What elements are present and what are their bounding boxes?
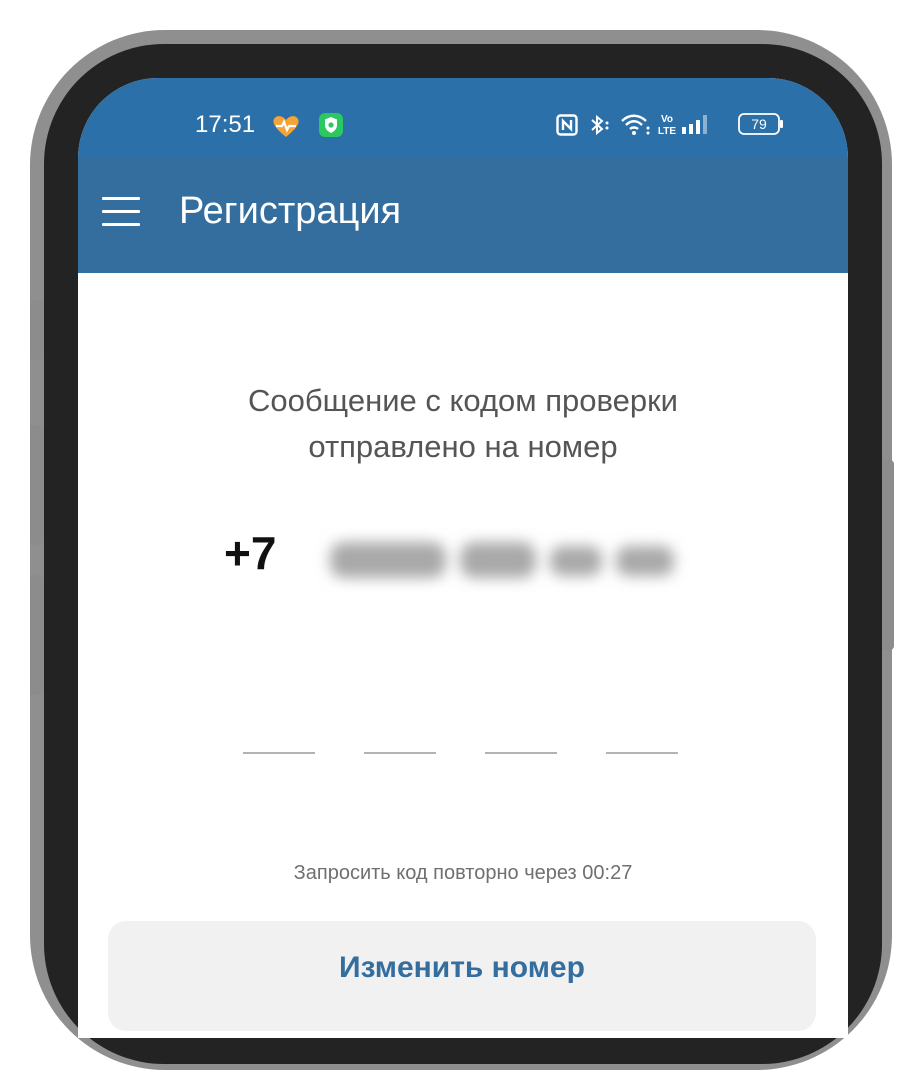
change-number-button[interactable]: Изменить номер	[108, 921, 816, 1031]
bluetooth-icon	[591, 114, 609, 136]
hamburger-menu-icon[interactable]	[102, 195, 142, 229]
battery-level: 79	[751, 116, 767, 132]
battery-icon: 79	[738, 113, 784, 135]
phone-side-button	[30, 575, 44, 695]
volte-icon: Vo LTE	[658, 114, 676, 137]
phone-number-redacted	[330, 542, 674, 578]
code-digit-field[interactable]	[243, 752, 315, 754]
change-number-label: Изменить номер	[339, 951, 585, 984]
code-digit-field[interactable]	[485, 752, 557, 754]
verification-message: Сообщение с кодом проверки отправлено на…	[78, 378, 848, 470]
wifi-icon	[621, 114, 650, 135]
resend-timer: Запросить код повторно через 00:27	[293, 862, 633, 884]
app-bar: Регистрация	[78, 158, 848, 273]
svg-text:LTE: LTE	[658, 126, 676, 137]
message-line-2: отправлено на номер	[308, 429, 618, 464]
status-bar: 17:51 Vo LTE 79	[78, 78, 848, 158]
phone-side-button	[30, 425, 44, 545]
heart-pulse-icon	[273, 116, 299, 137]
phone-prefix: +7	[224, 527, 277, 579]
shield-icon	[319, 113, 343, 137]
phone-side-button	[30, 300, 44, 360]
nfc-icon	[556, 114, 578, 136]
phone-side-button	[880, 460, 894, 650]
message-line-1: Сообщение с кодом проверки	[248, 383, 678, 418]
svg-text:Vo: Vo	[661, 114, 673, 125]
signal-icon	[682, 115, 707, 134]
phone-screen: 17:51 Vo LTE 79 Регистрация Сообщение с …	[78, 78, 848, 1038]
status-time: 17:51	[195, 111, 256, 138]
code-digit-field[interactable]	[606, 752, 678, 754]
page-title: Регистрация	[179, 190, 402, 232]
code-digit-field[interactable]	[364, 752, 436, 754]
